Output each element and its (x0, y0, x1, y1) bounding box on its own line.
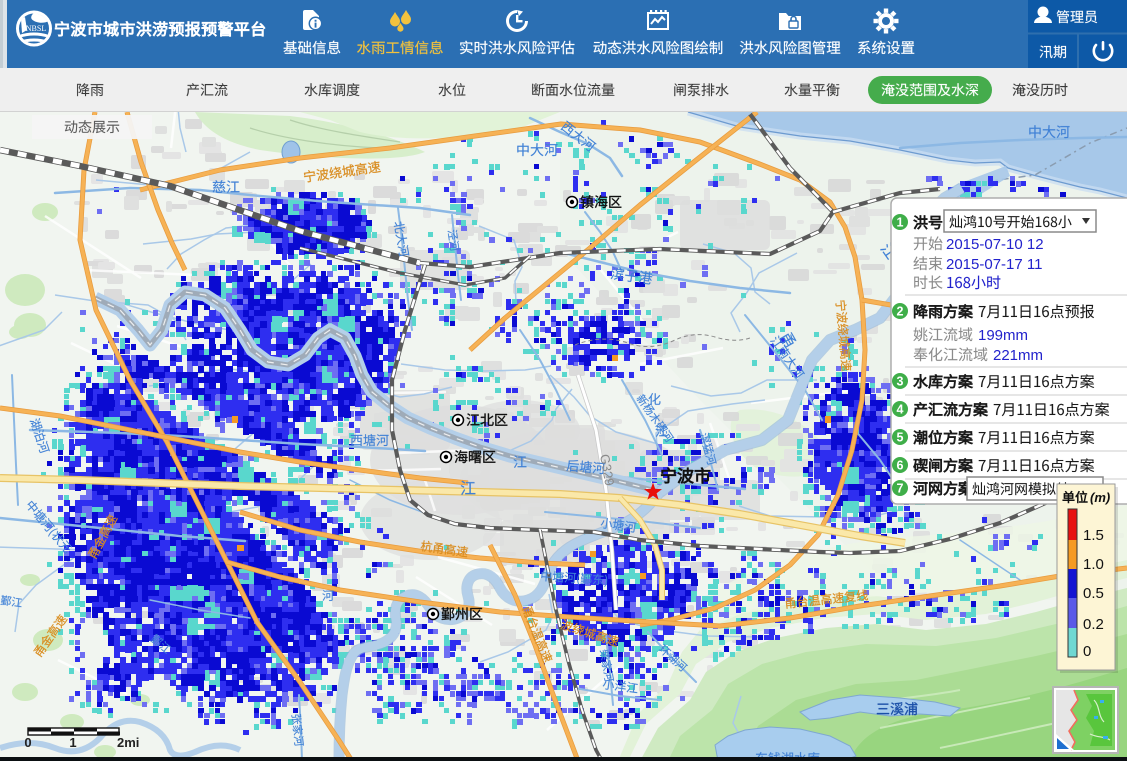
svg-text:2mi: 2mi (117, 735, 139, 750)
svg-text:199mm: 199mm (978, 327, 1028, 344)
svg-text:4: 4 (897, 403, 904, 417)
svg-text:NBSL: NBSL (26, 24, 47, 33)
svg-text:2015-07-17 11: 2015-07-17 11 (946, 256, 1042, 273)
svg-text:0: 0 (24, 735, 31, 750)
svg-text:3: 3 (897, 375, 904, 389)
svg-text:7: 7 (897, 482, 904, 496)
svg-text:5: 5 (897, 431, 904, 445)
svg-text:(m): (m) (1090, 490, 1110, 505)
svg-text:0: 0 (1083, 643, 1091, 660)
svg-text:6: 6 (897, 459, 904, 473)
svg-text:221mm: 221mm (993, 347, 1043, 364)
svg-text:1: 1 (69, 735, 76, 750)
svg-text:2: 2 (897, 305, 904, 319)
svg-text:0.5: 0.5 (1083, 585, 1104, 602)
svg-text:2015-07-10 12: 2015-07-10 12 (946, 236, 1044, 253)
svg-text:1.5: 1.5 (1083, 527, 1104, 544)
svg-text:1.0: 1.0 (1083, 556, 1104, 573)
svg-text:1: 1 (897, 216, 904, 230)
svg-text:0.2: 0.2 (1083, 616, 1104, 633)
